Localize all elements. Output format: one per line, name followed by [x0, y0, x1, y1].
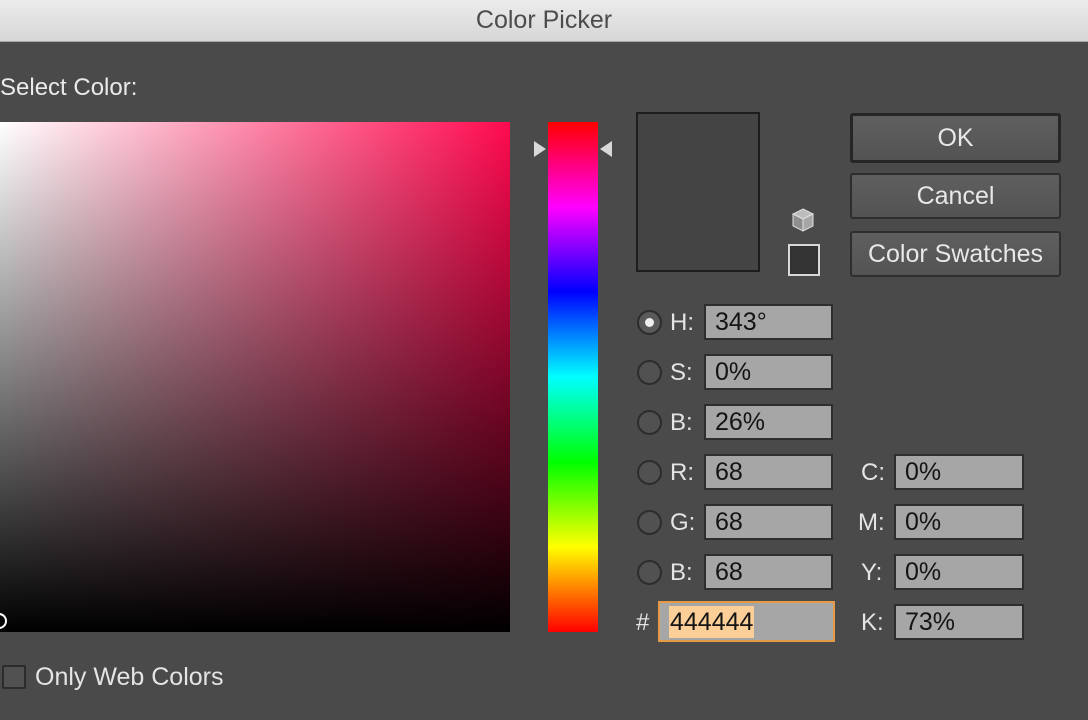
green-radio[interactable]	[637, 510, 662, 535]
only-web-colors-label[interactable]: Only Web Colors	[35, 663, 224, 692]
green-field[interactable]: 68	[704, 504, 833, 540]
yellow-field[interactable]: 0%	[894, 554, 1024, 590]
color-swatches-button[interactable]: Color Swatches	[850, 231, 1061, 277]
select-color-label: Select Color:	[0, 74, 138, 101]
magenta-field[interactable]: 0%	[894, 504, 1024, 540]
blue-label: B:	[670, 559, 693, 586]
saturation-label: S:	[670, 359, 693, 386]
hue-slider-right-arrow-icon[interactable]	[600, 141, 612, 157]
yellow-label: Y:	[861, 559, 883, 586]
ok-button[interactable]: OK	[850, 113, 1061, 163]
hex-value: 444444	[669, 606, 755, 638]
magenta-label: M:	[858, 509, 885, 536]
red-field[interactable]: 68	[704, 454, 833, 490]
red-label: R:	[670, 459, 694, 486]
web-safe-color-swatch[interactable]	[788, 244, 820, 276]
saturation-radio[interactable]	[637, 360, 662, 385]
hue-slider[interactable]	[548, 122, 598, 632]
hue-slider-left-arrow-icon[interactable]	[534, 141, 546, 157]
hue-label: H:	[670, 309, 694, 336]
color-field-marker[interactable]	[0, 613, 7, 629]
hue-field[interactable]: 343°	[704, 304, 833, 340]
saturation-brightness-field[interactable]	[0, 122, 510, 632]
blue-radio[interactable]	[637, 560, 662, 585]
brightness-field[interactable]: 26%	[704, 404, 833, 440]
hue-radio[interactable]	[637, 310, 662, 335]
green-label: G:	[670, 509, 696, 536]
color-preview	[636, 112, 760, 272]
black-label: K:	[861, 609, 884, 636]
cube-icon[interactable]	[790, 207, 816, 233]
cancel-button[interactable]: Cancel	[850, 173, 1061, 219]
cyan-field[interactable]: 0%	[894, 454, 1024, 490]
blue-field[interactable]: 68	[704, 554, 833, 590]
cyan-label: C:	[861, 459, 885, 486]
saturation-field[interactable]: 0%	[704, 354, 833, 390]
hex-label: #	[636, 609, 650, 636]
hex-field[interactable]: 444444	[658, 601, 835, 642]
brightness-label: B:	[670, 409, 693, 436]
red-radio[interactable]	[637, 460, 662, 485]
brightness-radio[interactable]	[637, 410, 662, 435]
only-web-colors-checkbox[interactable]	[2, 665, 26, 689]
black-field[interactable]: 73%	[894, 604, 1024, 640]
window-title: Color Picker	[0, 0, 1088, 42]
